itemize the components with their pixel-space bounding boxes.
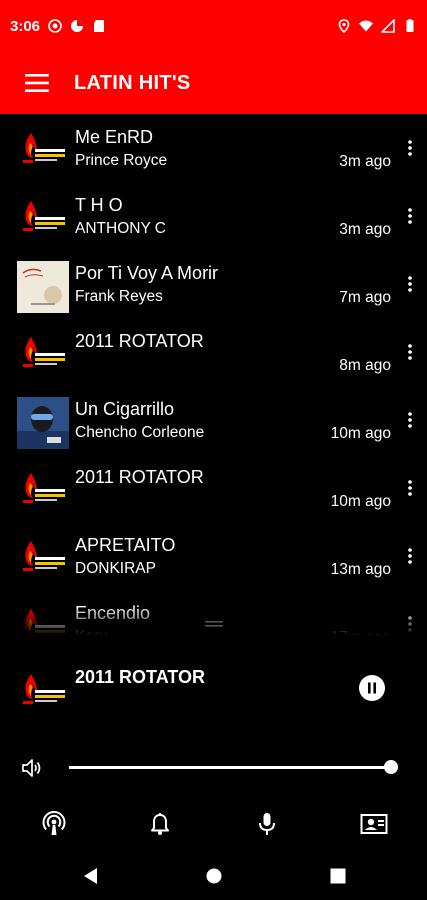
back-icon[interactable] <box>81 866 99 886</box>
battery-icon <box>406 19 414 32</box>
more-vert-icon <box>408 208 412 224</box>
recent-tracks-list[interactable]: Me EnRD Prince Royce 3m ago T H O ANTHONY C 3… <box>0 114 427 636</box>
track-title: T H O <box>75 195 123 215</box>
app-bar: LATIN HIT'S <box>0 52 427 114</box>
wifi-icon <box>359 20 373 32</box>
track-time: 10m ago <box>330 425 391 442</box>
sd-card-icon <box>94 20 105 32</box>
station-logo-icon <box>17 125 69 177</box>
track-more-button[interactable] <box>401 544 419 568</box>
track-row[interactable]: T H O ANTHONY C 3m ago <box>0 182 427 250</box>
track-time: 3m ago <box>339 153 391 170</box>
menu-button[interactable] <box>0 52 74 114</box>
station-logo-icon <box>17 193 69 245</box>
track-time: 10m ago <box>330 493 391 510</box>
track-artist: Frank Reyes <box>75 288 163 305</box>
track-title: 2011 ROTATOR <box>75 467 204 487</box>
home-icon[interactable] <box>205 866 223 886</box>
microphone-icon <box>259 813 275 835</box>
system-navigation-bar <box>0 852 427 900</box>
track-artwork <box>17 193 69 245</box>
now-playing-title: 2011 ROTATOR <box>75 667 206 687</box>
record-icon <box>48 19 62 33</box>
track-time: 8m ago <box>339 357 391 374</box>
volume-slider-fill <box>69 766 391 769</box>
track-more-button[interactable] <box>401 476 419 500</box>
more-vert-icon <box>408 412 412 428</box>
hamburger-menu-icon <box>25 74 49 92</box>
nav-notifications-button[interactable] <box>146 810 174 838</box>
track-artist: ANTHONY C <box>75 220 167 237</box>
now-playing-artwork <box>17 666 69 718</box>
recent-apps-icon[interactable] <box>329 866 347 886</box>
contact-card-icon <box>360 814 388 834</box>
volume-icon[interactable] <box>20 756 44 780</box>
track-title: APRETAITO <box>75 535 176 555</box>
track-artist: Prince Royce <box>75 152 168 169</box>
track-more-button[interactable] <box>401 204 419 228</box>
track-artist: DONKIRAP <box>75 560 156 577</box>
volume-control <box>0 750 427 786</box>
page-title: LATIN HIT'S <box>74 71 191 94</box>
more-vert-icon <box>408 344 412 360</box>
volume-slider-thumb[interactable] <box>384 760 398 774</box>
track-more-button[interactable] <box>401 272 419 296</box>
nav-radio-button[interactable] <box>40 810 68 838</box>
more-vert-icon <box>408 140 412 156</box>
volume-slider-track[interactable] <box>69 766 391 769</box>
radio-icon <box>42 811 66 835</box>
track-artwork <box>17 533 69 585</box>
station-logo-icon <box>17 465 69 517</box>
album-art-image <box>17 397 69 449</box>
track-artist: Chencho Corleone <box>75 424 205 441</box>
bell-icon <box>151 813 169 835</box>
station-logo-icon <box>17 533 69 585</box>
track-time: 13m ago <box>330 561 391 578</box>
track-artwork <box>17 465 69 517</box>
station-logo-icon <box>17 329 69 381</box>
track-time: 3m ago <box>339 221 391 238</box>
more-vert-icon <box>408 276 412 292</box>
track-row[interactable]: APRETAITO DONKIRAP 13m ago <box>0 522 427 590</box>
cell-signal-icon <box>381 19 395 33</box>
track-time: 7m ago <box>339 289 391 306</box>
pause-icon <box>368 682 371 694</box>
status-bar: 3:06 <box>0 0 427 52</box>
track-title: 2011 ROTATOR <box>75 331 204 351</box>
track-row[interactable]: 2011 ROTATOR 8m ago <box>0 318 427 386</box>
track-artwork <box>17 329 69 381</box>
track-more-button[interactable] <box>401 408 419 432</box>
bottom-navigation <box>0 800 427 848</box>
more-vert-icon <box>408 548 412 564</box>
status-time: 3:06 <box>10 17 41 35</box>
track-artwork <box>17 397 69 449</box>
track-row[interactable]: 2011 ROTATOR 10m ago <box>0 454 427 522</box>
station-logo-icon <box>17 666 69 718</box>
track-more-button[interactable] <box>401 340 419 364</box>
track-row[interactable]: Un Cigarrillo Chencho Corleone 10m ago <box>0 386 427 454</box>
nav-microphone-button[interactable] <box>253 810 281 838</box>
data-saver-icon <box>71 20 84 32</box>
nav-contact-button[interactable] <box>359 810 389 838</box>
track-artwork <box>17 125 69 177</box>
pause-button[interactable] <box>358 674 386 702</box>
track-row[interactable]: Por Ti Voy A Morir Frank Reyes 7m ago <box>0 250 427 318</box>
track-title: Un Cigarrillo <box>75 399 175 419</box>
drag-handle-icon[interactable] <box>205 620 223 628</box>
album-art-image <box>17 261 69 313</box>
track-title: Por Ti Voy A Morir <box>75 263 219 283</box>
more-vert-icon <box>408 480 412 496</box>
track-title: Me EnRD <box>75 127 154 147</box>
track-row[interactable]: Me EnRD Prince Royce 3m ago <box>0 114 427 182</box>
track-artwork <box>17 261 69 313</box>
track-more-button[interactable] <box>401 136 419 160</box>
location-icon <box>338 19 350 33</box>
